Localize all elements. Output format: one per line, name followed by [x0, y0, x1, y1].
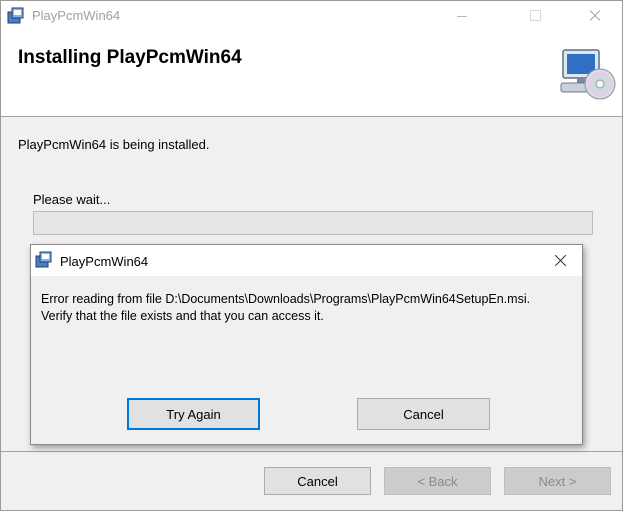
- cancel-button[interactable]: Cancel: [264, 467, 371, 495]
- dialog-cancel-button[interactable]: Cancel: [357, 398, 490, 430]
- back-button: < Back: [384, 467, 491, 495]
- error-message-line1: Error reading from file D:\Documents\Dow…: [41, 292, 531, 306]
- computer-cd-icon: [560, 49, 616, 100]
- window-title: PlayPcmWin64: [32, 8, 121, 23]
- dialog-title-bar: PlayPcmWin64: [31, 245, 582, 276]
- dialog-title: PlayPcmWin64: [60, 254, 149, 269]
- install-status-text: PlayPcmWin64 is being installed.: [18, 137, 210, 152]
- maximize-button[interactable]: [485, 1, 541, 31]
- minimize-button[interactable]: [439, 1, 485, 31]
- installer-header: Installing PlayPcmWin64: [1, 32, 622, 117]
- error-message-line2: Verify that the file exists and that you…: [41, 309, 324, 323]
- dialog-message-area: Error reading from file D:\Documents\Dow…: [31, 276, 582, 376]
- footer-divider: [1, 451, 622, 452]
- try-again-button[interactable]: Try Again: [127, 398, 260, 430]
- dialog-close-button[interactable]: [536, 245, 582, 276]
- install-progress-bar: [33, 211, 593, 235]
- please-wait-label: Please wait...: [33, 192, 111, 207]
- title-bar: PlayPcmWin64: [1, 1, 622, 32]
- close-button[interactable]: [565, 1, 611, 31]
- next-button: Next >: [504, 467, 611, 495]
- installer-package-icon: [35, 251, 52, 268]
- error-dialog: PlayPcmWin64 Error reading from file D:\…: [30, 244, 583, 445]
- installer-package-icon: [7, 7, 24, 24]
- page-title: Installing PlayPcmWin64: [18, 47, 242, 68]
